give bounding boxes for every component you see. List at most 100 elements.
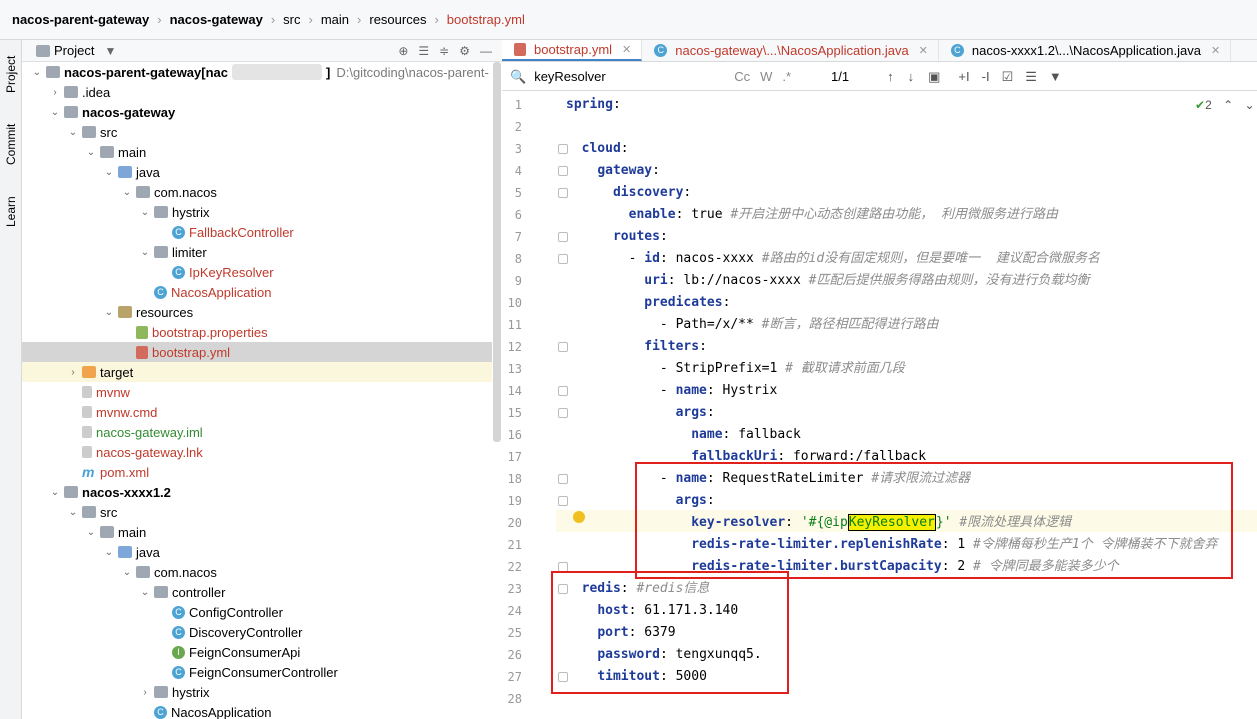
tree-item[interactable]: ⌄ java (22, 542, 492, 562)
words-toggle[interactable]: W (760, 69, 772, 84)
chevron-down-icon[interactable]: ⌄ (102, 547, 116, 558)
code-line[interactable]: predicates: (566, 292, 730, 314)
tree-item[interactable]: ⌄ com.nacos (22, 182, 492, 202)
tree-item[interactable]: ⌄ java (22, 162, 492, 182)
chevron-down-icon[interactable]: ⌄ (120, 187, 134, 198)
chevron-down-icon[interactable]: ⌄ (1245, 98, 1255, 112)
project-title[interactable]: Project (54, 43, 94, 58)
editor-tab[interactable]: Cnacos-gateway\...\NacosApplication.java… (642, 40, 939, 61)
tree-item[interactable]: C NacosApplication (22, 282, 492, 302)
code-line[interactable]: spring: (566, 94, 621, 116)
code-line[interactable]: enable: true #开启注册中心动态创建路由功能， 利用微服务进行路由 (566, 204, 1058, 226)
code-line[interactable]: - name: Hystrix (566, 380, 777, 402)
code-editor[interactable]: 1 2 3 4 5 6 7 8 9 10 11 12 13 14 15 16 17 18 19 20 21 22 23 24 2… (502, 92, 1257, 719)
tree-item[interactable]: ⌄ nacos-gateway (22, 102, 492, 122)
tool-tab-commit[interactable]: Commit (2, 116, 20, 172)
chevron-up-icon[interactable]: ⌃ (1223, 98, 1233, 112)
tree-item[interactable]: ⌄ resources (22, 302, 492, 322)
code-line[interactable]: uri: lb://nacos-xxxx #匹配后提供服务得路由规则，没有进行负… (566, 270, 1089, 292)
breadcrumb-item[interactable]: nacos-gateway (170, 12, 263, 27)
toggle-selection-icon[interactable]: ☑ (1002, 69, 1014, 85)
collapse-all-icon[interactable]: ≑ (439, 44, 449, 58)
remove-selection-icon[interactable]: -I (982, 69, 990, 84)
close-icon[interactable]: ✕ (1211, 44, 1220, 57)
chevron-down-icon[interactable]: ⌄ (120, 567, 134, 578)
chevron-right-icon[interactable]: › (66, 367, 80, 378)
code-line[interactable]: - id: nacos-xxxx #路由的id没有固定规则，但是要唯一 建议配合… (566, 248, 1100, 270)
chevron-right-icon[interactable]: › (138, 687, 152, 698)
chevron-right-icon[interactable]: › (48, 87, 62, 98)
tree-item[interactable]: C IpKeyResolver (22, 262, 492, 282)
code-line[interactable]: discovery: (566, 182, 691, 204)
tree-item[interactable]: C ConfigController (22, 602, 492, 622)
tree-item[interactable]: ⌄ controller (22, 582, 492, 602)
locate-icon[interactable]: ⊕ (398, 44, 408, 58)
chevron-down-icon[interactable]: ⌄ (102, 307, 116, 318)
tree-item[interactable]: ⌄ src (22, 122, 492, 142)
chevron-down-icon[interactable]: ⌄ (30, 67, 44, 78)
tree-item[interactable]: C DiscoveryController (22, 622, 492, 642)
match-case-toggle[interactable]: Cc (734, 69, 750, 84)
tree-item[interactable]: C FallbackController (22, 222, 492, 242)
code-line[interactable]: filters: (566, 336, 707, 358)
search-input[interactable]: keyResolver (534, 69, 714, 84)
chevron-down-icon[interactable]: ⌄ (66, 507, 80, 518)
tree-item[interactable]: bootstrap.yml (22, 342, 492, 362)
tree-item[interactable]: m pom.xml (22, 462, 492, 482)
code-line[interactable]: routes: (566, 226, 668, 248)
tree-item[interactable]: ⌄ limiter (22, 242, 492, 262)
chevron-down-icon[interactable]: ⌄ (102, 167, 116, 178)
chevron-down-icon[interactable]: ▼ (104, 44, 116, 58)
breadcrumb-item[interactable]: main (321, 12, 349, 27)
tree-item[interactable]: nacos-gateway.iml (22, 422, 492, 442)
tree-item[interactable]: ⌄ main (22, 142, 492, 162)
tree-scrollbar[interactable] (493, 62, 501, 442)
code-line[interactable]: args: (566, 402, 715, 424)
close-icon[interactable]: ✕ (622, 43, 631, 56)
breadcrumb-item[interactable]: nacos-parent-gateway (12, 12, 149, 27)
regex-toggle[interactable]: .* (782, 69, 791, 84)
chevron-down-icon[interactable]: ⌄ (138, 587, 152, 598)
code-line[interactable]: cloud: (566, 138, 629, 160)
tree-item[interactable]: mvnw.cmd (22, 402, 492, 422)
tree-item[interactable]: › target (22, 362, 492, 382)
chevron-down-icon[interactable]: ⌄ (48, 487, 62, 498)
code-line[interactable]: gateway: (566, 160, 660, 182)
select-all-icon[interactable]: ▣ (928, 69, 940, 85)
tree-item[interactable]: C NacosApplication (22, 702, 492, 719)
breadcrumb-item[interactable]: resources (369, 12, 426, 27)
tree-item[interactable]: I FeignConsumerApi (22, 642, 492, 662)
editor-tab[interactable]: Cnacos-xxxx1.2\...\NacosApplication.java… (939, 40, 1232, 61)
tool-tab-learn[interactable]: Learn (2, 190, 20, 234)
chevron-down-icon[interactable]: ⌄ (48, 107, 62, 118)
gear-icon[interactable]: ⚙ (459, 44, 470, 58)
breadcrumb-item[interactable]: bootstrap.yml (447, 12, 525, 27)
expand-all-icon[interactable]: ☰ (418, 44, 429, 58)
tree-item[interactable]: ⌄ nacos-xxxx1.2 (22, 482, 492, 502)
tool-tab-project[interactable]: Project (2, 44, 20, 104)
code-line[interactable]: - StripPrefix=1 # 截取请求前面几段 (566, 358, 905, 380)
minimize-icon[interactable]: — (480, 44, 492, 58)
prev-match-icon[interactable]: ↑ (887, 69, 894, 84)
tree-item[interactable]: ⌄ hystrix (22, 202, 492, 222)
tree-item[interactable]: › hystrix (22, 682, 492, 702)
close-icon[interactable]: ✕ (919, 44, 928, 57)
chevron-down-icon[interactable]: ⌄ (66, 127, 80, 138)
add-selection-icon[interactable]: +I (958, 69, 969, 84)
next-match-icon[interactable]: ↓ (908, 69, 915, 84)
filter-icon[interactable]: ▼ (1049, 69, 1062, 84)
inspections-widget[interactable]: ✔2 ⌃ ⌄ (1195, 98, 1255, 112)
code-line[interactable]: - Path=/x/** #断言，路径相匹配得进行路由 (566, 314, 939, 336)
chevron-down-icon[interactable]: ⌄ (84, 527, 98, 538)
tree-item[interactable]: ⌄ src (22, 502, 492, 522)
filter-options-icon[interactable]: ☰ (1025, 69, 1037, 85)
tree-item[interactable]: ⌄ com.nacos (22, 562, 492, 582)
chevron-down-icon[interactable]: ⌄ (138, 207, 152, 218)
lightbulb-icon[interactable] (573, 511, 585, 523)
tree-item[interactable]: bootstrap.properties (22, 322, 492, 342)
chevron-down-icon[interactable]: ⌄ (138, 247, 152, 258)
code-line[interactable]: name: fallback (566, 424, 801, 446)
breadcrumb-item[interactable]: src (283, 12, 300, 27)
tree-item[interactable]: C FeignConsumerController (22, 662, 492, 682)
tree-item[interactable]: ⌄ nacos-parent-gateway [nac] D:\gitcoding\… (22, 62, 492, 82)
